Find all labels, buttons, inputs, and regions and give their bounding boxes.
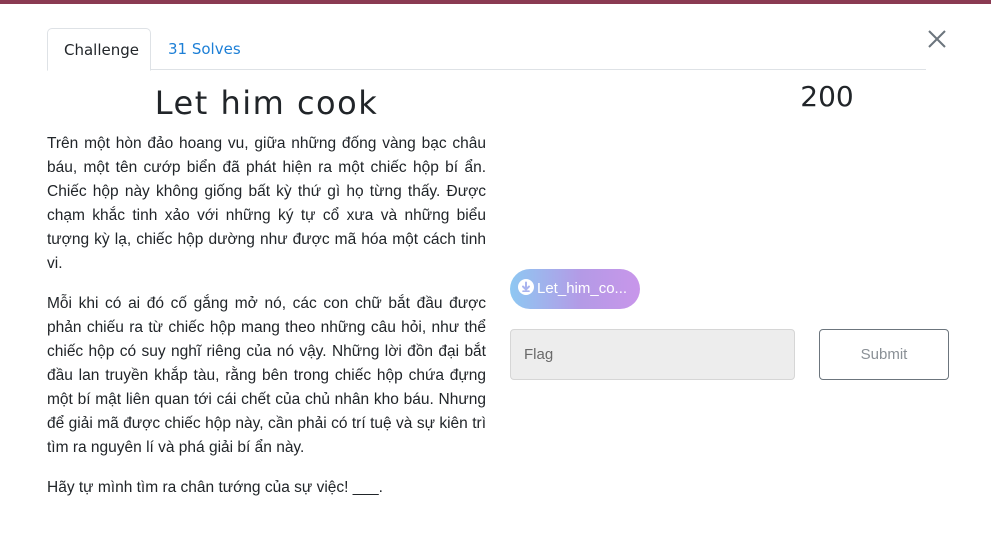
flag-input[interactable]	[510, 329, 795, 380]
close-button[interactable]	[922, 24, 952, 54]
close-icon	[928, 30, 946, 48]
submit-button[interactable]: Submit	[819, 329, 949, 380]
description-paragraph: Mỗi khi có ai đó cố gắng mở nó, các con …	[47, 295, 486, 456]
description-paragraph: Trên một hòn đảo hoang vu, giữa những đố…	[47, 135, 486, 272]
challenge-tabs: Challenge 31 Solves	[47, 28, 926, 71]
challenge-title: Let him cook	[154, 84, 379, 122]
download-file-button[interactable]: Let_him_co...	[510, 269, 640, 309]
download-circle-icon	[518, 279, 534, 295]
description-paragraph: Hãy tự mình tìm ra chân tướng của sự việ…	[47, 479, 383, 496]
tab-solves[interactable]: 31 Solves	[152, 28, 257, 70]
tab-challenge[interactable]: Challenge	[47, 28, 151, 71]
challenge-description: Trên một hòn đảo hoang vu, giữa những đố…	[47, 132, 486, 516]
challenge-modal: Challenge 31 Solves Let him cook 200 Trê…	[0, 4, 991, 537]
challenge-points: 200	[800, 80, 854, 113]
file-name-label: Let_him_co...	[537, 280, 628, 297]
